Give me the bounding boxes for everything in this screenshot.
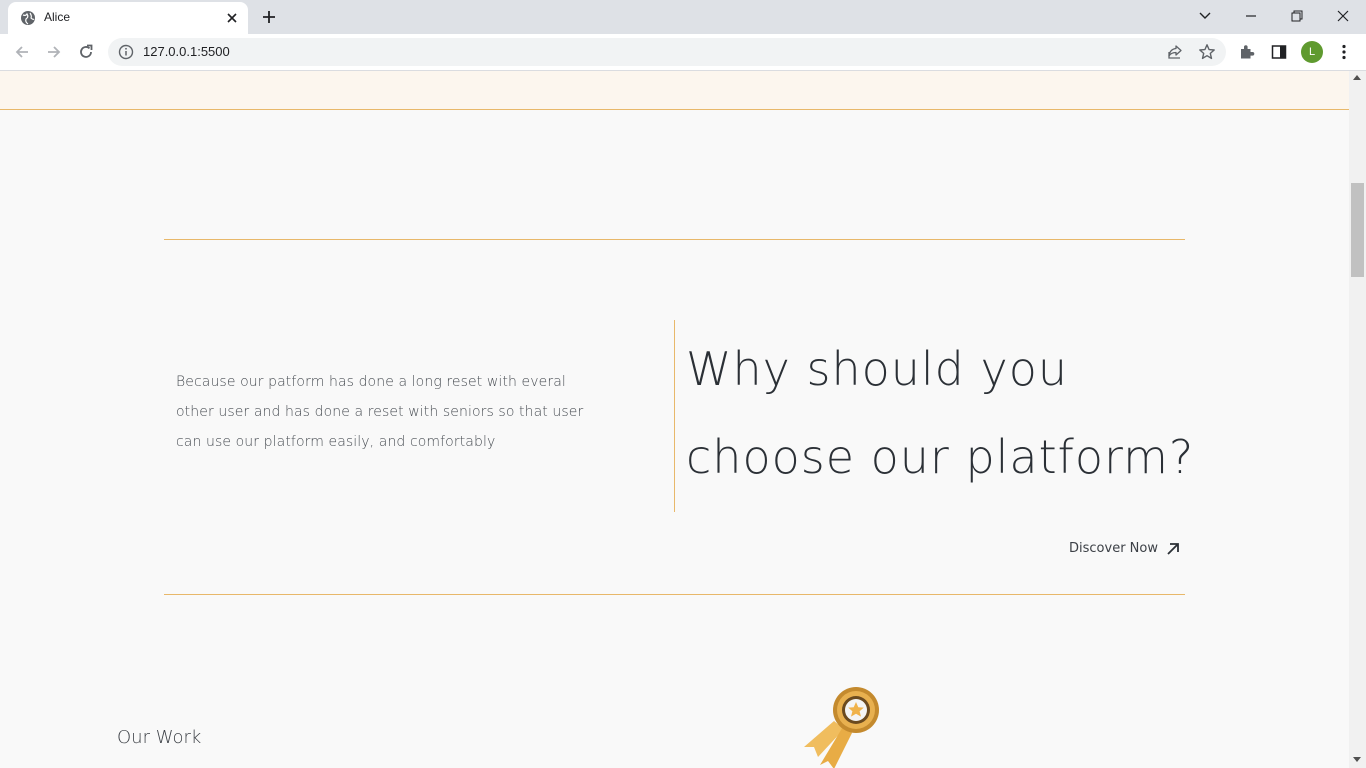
side-panel-button[interactable] <box>1269 42 1289 62</box>
extensions-button[interactable] <box>1237 42 1257 62</box>
tab-title: Alice <box>44 10 71 24</box>
page-scrollbar[interactable] <box>1349 71 1366 768</box>
heading-accent-line <box>674 320 675 512</box>
back-icon <box>15 46 28 58</box>
discover-now-link[interactable]: Discover Now <box>1069 541 1180 556</box>
arrow-up-right-icon <box>1167 542 1179 555</box>
url-text[interactable]: 127.0.0.1:5500 <box>143 44 230 59</box>
why-heading: Why should you choose our platform? <box>686 325 1246 501</box>
side-panel-icon <box>1271 45 1287 59</box>
globe-icon <box>21 11 35 25</box>
browser-tab-bar: Alice <box>0 0 1366 34</box>
why-heading-line2: choose our platform? <box>686 430 1195 484</box>
restore-icon <box>1291 10 1303 22</box>
minimize-icon <box>1246 15 1256 17</box>
back-button[interactable] <box>10 40 34 64</box>
minimize-button[interactable] <box>1228 0 1274 32</box>
reload-button[interactable] <box>74 40 98 64</box>
reload-icon <box>80 44 93 58</box>
page-viewport: Because our patform has done a long rese… <box>0 71 1349 768</box>
divider-top <box>164 239 1185 240</box>
award-ribbon-icon <box>804 687 879 768</box>
profile-avatar[interactable]: L <box>1301 41 1323 63</box>
extensions-icon <box>1241 45 1255 59</box>
scrollbar-thumb[interactable] <box>1351 183 1364 277</box>
forward-icon <box>48 46 61 58</box>
plus-icon[interactable] <box>259 7 279 27</box>
restore-button[interactable] <box>1274 0 1320 32</box>
tab-search-button[interactable] <box>1182 0 1228 32</box>
menu-icon <box>1342 44 1346 60</box>
browser-tab[interactable]: Alice <box>8 2 248 34</box>
star-icon[interactable] <box>1198 43 1216 61</box>
scroll-up-arrow[interactable] <box>1353 75 1361 80</box>
header-band <box>0 71 1349 110</box>
discover-now-label: Discover Now <box>1069 541 1158 556</box>
why-description: Because our patform has done a long rese… <box>176 374 584 450</box>
scroll-down-arrow[interactable] <box>1353 757 1361 762</box>
chevron-down-icon <box>1199 12 1211 19</box>
browser-toolbar: 127.0.0.1:5500 L <box>0 34 1366 71</box>
close-window-icon <box>1337 10 1349 22</box>
share-icon[interactable] <box>1166 43 1184 61</box>
info-icon[interactable] <box>118 44 134 60</box>
divider-bottom <box>164 594 1185 595</box>
forward-button[interactable] <box>42 40 66 64</box>
our-work-title: Our Work <box>117 727 202 748</box>
close-icon[interactable] <box>223 9 241 27</box>
browser-menu-button[interactable] <box>1334 42 1354 62</box>
close-window-button[interactable] <box>1320 0 1366 32</box>
why-heading-line1: Why should you <box>686 342 1069 396</box>
address-bar[interactable]: 127.0.0.1:5500 <box>108 38 1226 66</box>
